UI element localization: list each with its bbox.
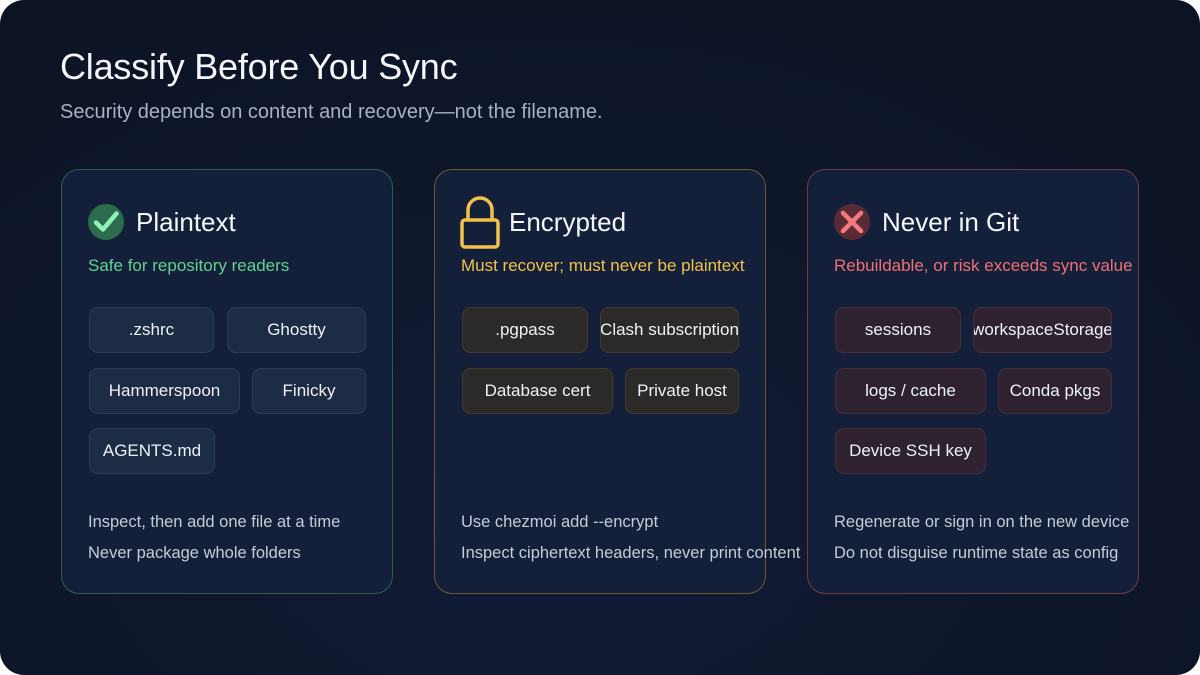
check-circle-icon: [86, 202, 126, 242]
card-tagline: Rebuildable, or risk exceeds sync value: [834, 256, 1133, 275]
card-never-in-git: Never in Git Rebuildable, or risk exceed…: [807, 169, 1139, 594]
card-tagline: Must recover; must never be plaintext: [461, 256, 745, 275]
page-subtitle: Security depends on content and recovery…: [60, 101, 603, 123]
chip-hammerspoon: Hammerspoon: [89, 368, 240, 414]
chip-private-host: Private host: [625, 368, 739, 414]
chip-device-ssh-key: Device SSH key: [835, 428, 986, 474]
chip-logs-cache: logs / cache: [835, 368, 986, 414]
card-tagline: Safe for repository readers: [88, 256, 290, 275]
card-encrypted: Encrypted Must recover; must never be pl…: [434, 169, 800, 594]
chip-zshrc: .zshrc: [89, 307, 214, 353]
card-note: Use chezmoi add --encrypt: [461, 513, 659, 531]
card-note: Regenerate or sign in on the new device: [834, 513, 1130, 531]
chip-sessions: sessions: [835, 307, 961, 353]
padlock-icon: [459, 196, 501, 250]
chip-pgpass: .pgpass: [462, 307, 588, 353]
chip-conda-pkgs: Conda pkgs: [998, 368, 1112, 414]
card-note: Never package whole folders: [88, 544, 301, 562]
slide: Classify Before You Sync Security depend…: [0, 0, 1200, 675]
card-title: Plaintext: [136, 207, 236, 237]
card-note: Inspect, then add one file at a time: [88, 513, 341, 531]
card-note: Do not disguise runtime state as config: [834, 544, 1119, 562]
chip-database-cert: Database cert: [462, 368, 613, 414]
card-plaintext: Plaintext Safe for repository readers .z…: [61, 169, 393, 594]
chip-clash-subscription: Clash subscription: [600, 307, 739, 353]
card-title: Never in Git: [882, 207, 1020, 237]
page-title: Classify Before You Sync: [60, 46, 458, 87]
chip-finicky: Finicky: [252, 368, 366, 414]
chip-agents-md: AGENTS.md: [89, 428, 215, 474]
chip-workspace-storage: workspaceStorage: [973, 307, 1112, 353]
card-title: Encrypted: [509, 207, 627, 237]
card-note: Inspect ciphertext headers, never print …: [461, 544, 801, 562]
x-circle-icon: [832, 202, 872, 242]
chip-ghostty: Ghostty: [227, 307, 366, 353]
